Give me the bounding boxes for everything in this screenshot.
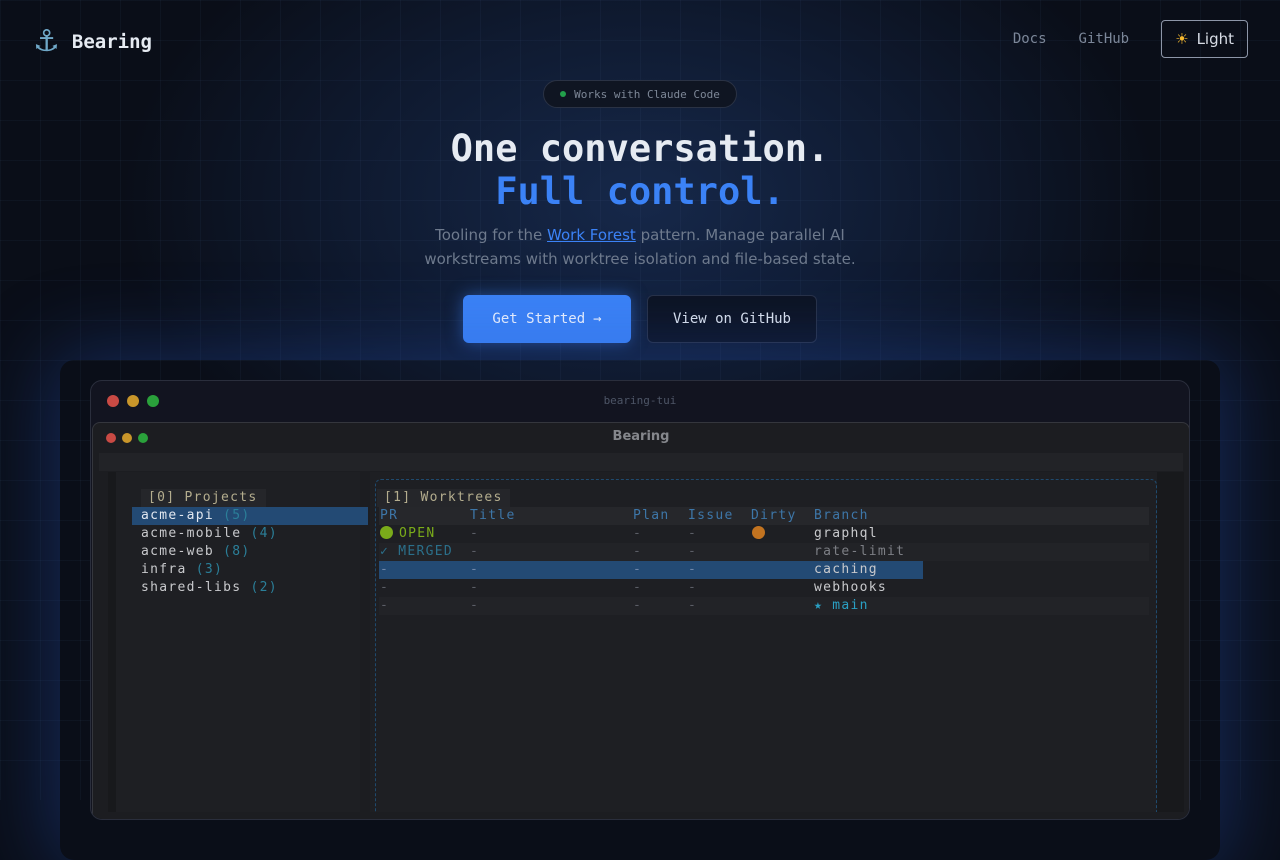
cell-pr: - [380, 562, 390, 577]
column-header-plan[interactable]: Plan [633, 507, 670, 525]
cell-issue: - [688, 580, 698, 595]
cell-title: - [470, 598, 480, 613]
cell-plan: - [633, 598, 643, 613]
project-item[interactable]: infra (3) [132, 561, 368, 579]
cell-title: - [470, 544, 480, 559]
branch-name: main [832, 598, 869, 613]
cell-branch: ★ main [814, 597, 869, 615]
subtitle-text: Tooling for the [435, 226, 548, 244]
worktrees-title: [1] Worktrees [377, 489, 510, 507]
nav-link-docs[interactable]: Docs [1013, 31, 1047, 47]
worktrees-table: PR Title Plan Issue Dirty Branch OPEN - … [379, 507, 1149, 615]
hero-title-line1: One conversation. [450, 127, 830, 170]
view-on-github-button[interactable]: View on GitHub [647, 295, 817, 343]
project-name: acme-web [141, 544, 215, 559]
project-name: shared-libs [141, 580, 242, 595]
cell-title: - [470, 526, 480, 541]
project-item[interactable]: acme-web (8) [132, 543, 368, 561]
pr-status: ✓ MERGED [380, 543, 453, 561]
dirty-indicator-icon [751, 525, 765, 543]
cell-plan: - [633, 562, 643, 577]
cell-branch: graphql [814, 526, 878, 541]
nav-link-github[interactable]: GitHub [1079, 31, 1130, 47]
column-header-branch[interactable]: Branch [814, 507, 869, 525]
app-window: Bearing [0] Projects acme-api (5) acme-m… [92, 422, 1189, 819]
project-name: acme-api [141, 508, 215, 523]
get-started-button[interactable]: Get Started → [463, 295, 631, 343]
brand-name: Bearing [71, 30, 152, 53]
cell-pr: - [380, 580, 390, 595]
badge-label: Works with Claude Code [574, 87, 720, 101]
column-header-pr[interactable]: PR [380, 507, 398, 525]
work-forest-link[interactable]: Work Forest [547, 226, 636, 244]
column-header-title[interactable]: Title [470, 507, 516, 525]
terminal-title: bearing-tui [603, 394, 677, 407]
cell-issue: - [688, 526, 698, 541]
cell-branch: webhooks [814, 580, 888, 595]
table-row[interactable]: - - - - ★ main [379, 597, 1149, 615]
cell-branch: rate-limit [814, 544, 906, 559]
pr-status: OPEN [380, 525, 436, 543]
claude-code-badge: Works with Claude Code [543, 80, 737, 108]
project-count: (2) [250, 580, 278, 595]
cell-issue: - [688, 562, 698, 577]
app-title: Bearing [612, 429, 670, 444]
project-name: infra [141, 562, 187, 577]
arrow-right-icon: → [593, 311, 602, 327]
open-pr-icon [380, 526, 393, 539]
theme-toggle-button[interactable]: ☀ Light [1161, 20, 1248, 58]
projects-list: acme-api (5) acme-mobile (4) acme-web (8… [132, 507, 368, 597]
project-item[interactable]: acme-api (5) [132, 507, 368, 525]
table-row[interactable]: - - - - webhooks [379, 579, 1149, 597]
cell-issue: - [688, 598, 698, 613]
cell-title: - [470, 562, 480, 577]
star-icon: ★ [814, 598, 833, 613]
cell-pr: - [380, 598, 390, 613]
cell-issue: - [688, 544, 698, 559]
cell-plan: - [633, 544, 643, 559]
hero-subtitle: Tooling for the Work Forest pattern. Man… [0, 223, 1280, 271]
table-row-selected[interactable]: - - - - caching [379, 561, 923, 579]
cell-plan: - [633, 580, 643, 595]
app-toolbar [99, 453, 1183, 471]
get-started-label: Get Started [492, 311, 586, 327]
project-count: (3) [195, 562, 224, 577]
worktrees-panel: [1] Worktrees PR Title Plan Issue Dirty … [370, 472, 1157, 812]
projects-title: [0] Projects [141, 489, 266, 507]
project-name: acme-mobile [141, 526, 242, 541]
status-dot-icon [560, 91, 567, 97]
project-count: (4) [250, 526, 278, 541]
terminal-window: bearing-tui Bearing [0] Projects acme-ap… [90, 380, 1190, 820]
project-item[interactable]: shared-libs (2) [132, 579, 368, 597]
cell-title: - [470, 580, 480, 595]
pr-status-label: MERGED [398, 544, 454, 559]
pr-status-label: OPEN [399, 526, 436, 541]
project-item[interactable]: acme-mobile (4) [132, 525, 368, 543]
top-nav: ⚓ Bearing Docs GitHub ☀ Light [0, 0, 1280, 80]
cell-plan: - [633, 526, 643, 541]
check-icon: ✓ [380, 544, 399, 559]
subtitle-text: workstreams with worktree isolation and … [424, 250, 856, 268]
subtitle-text: pattern. Manage parallel AI [635, 226, 845, 244]
column-header-issue[interactable]: Issue [688, 507, 734, 525]
projects-panel: [0] Projects acme-api (5) acme-mobile (4… [108, 472, 368, 812]
project-count: (5) [223, 508, 251, 523]
scrollbar[interactable] [1157, 472, 1184, 812]
sun-icon: ☀ [1175, 30, 1189, 48]
anchor-icon: ⚓ [33, 24, 60, 59]
cell-branch: caching [814, 562, 878, 577]
brand-logo[interactable]: ⚓ Bearing [33, 24, 152, 59]
table-row[interactable]: OPEN - - - graphql [379, 525, 1149, 543]
column-header-dirty[interactable]: Dirty [751, 507, 797, 525]
hero-title-line2: Full control. [495, 170, 785, 213]
project-count: (8) [223, 544, 251, 559]
table-row[interactable]: ✓ MERGED - - - rate-limit [379, 543, 1149, 561]
theme-toggle-label: Light [1196, 30, 1234, 48]
table-header: PR Title Plan Issue Dirty Branch [379, 507, 1149, 525]
